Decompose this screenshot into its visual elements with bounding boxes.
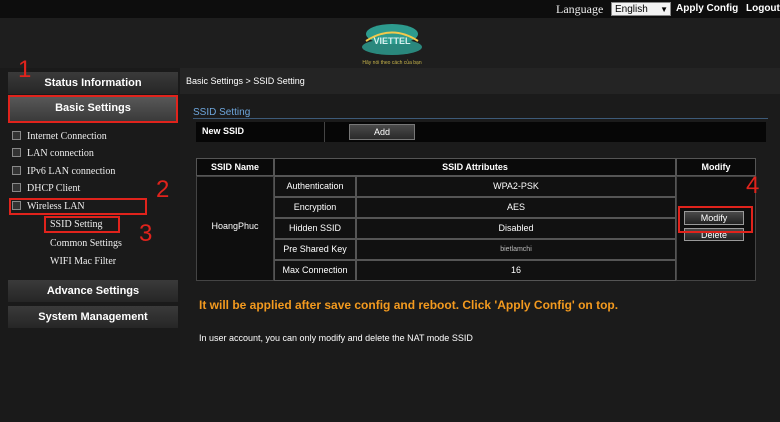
sidebar-system-management[interactable]: System Management [8,306,178,328]
sidebar-item-label: DHCP Client [27,183,81,194]
sidebar-item-label: Internet Connection [27,131,107,142]
annotation-number-3: 3 [139,220,153,247]
annotation-number-4: 4 [746,172,760,199]
section-title: SSID Setting [193,107,251,118]
attr-label-encryption: Encryption [274,197,356,218]
sidebar-item-label: LAN connection [27,148,94,159]
attr-label-hidden-ssid: Hidden SSID [274,218,356,239]
language-label: Language [556,2,604,16]
new-ssid-row: New SSID Add [196,122,766,142]
sidebar-item-lan-connection[interactable]: LAN connection [12,148,94,159]
column-header-ssid-name: SSID Name [196,158,274,176]
sidebar-advance-settings[interactable]: Advance Settings [8,280,178,302]
attr-value-max-connection: 16 [356,260,676,281]
section-divider [193,118,768,119]
sidebar-status-information[interactable]: Status Information [8,72,178,94]
page-icon [12,166,21,175]
ssid-name-cell: HoangPhuc [196,176,274,281]
breadcrumb: Basic Settings > SSID Setting [186,76,305,86]
attr-label-max-connection: Max Connection [274,260,356,281]
user-account-info: In user account, you can only modify and… [199,333,473,343]
attr-value-pre-shared-key: bietlamchi [356,239,676,260]
sidebar-item-label: IPv6 LAN connection [27,166,116,177]
sidebar-item-internet-connection[interactable]: Internet Connection [12,131,107,142]
page-icon [12,131,21,140]
annotation-number-2: 2 [156,176,170,203]
main-content: Basic Settings > SSID Setting SSID Setti… [180,68,780,422]
new-ssid-label: New SSID [202,126,245,136]
breadcrumb-bar: Basic Settings > SSID Setting [180,68,780,94]
attr-label-pre-shared-key: Pre Shared Key [274,239,356,260]
attr-value-hidden-ssid: Disabled [356,218,676,239]
sidebar-item-ipv6-lan-connection[interactable]: IPv6 LAN connection [12,166,115,177]
sidebar-item-dhcp-client[interactable]: DHCP Client [12,183,80,194]
annotation-box-ssid-setting [44,216,120,233]
divider [324,122,325,142]
page-icon [12,148,21,157]
attr-label-authentication: Authentication [274,176,356,197]
logo-text: VIETTEL [373,36,411,46]
sidebar-subitem-wifi-mac-filter[interactable]: WIFI Mac Filter [50,256,116,267]
dropdown-arrow-icon: ▼ [660,5,668,14]
ssid-name-value: HoangPhuc [211,221,259,231]
page-icon [12,183,21,192]
header: VIETTEL Hãy nói theo cách của bạn [0,18,780,70]
column-header-ssid-attributes: SSID Attributes [274,158,676,176]
sidebar-subitem-common-settings[interactable]: Common Settings [50,238,122,249]
language-value: English [615,4,648,15]
column-header-modify: Modify [676,158,756,176]
language-select[interactable]: English ▼ [611,2,671,16]
apply-config-link[interactable]: Apply Config [676,3,738,14]
annotation-box-basic-settings [8,95,178,123]
attr-value-encryption: AES [356,197,676,218]
apply-config-notice: It will be applied after save config and… [199,298,619,312]
add-ssid-button[interactable]: Add [349,124,415,140]
annotation-box-wireless-lan [9,198,147,215]
logo-tagline: Hãy nói theo cách của bạn [362,60,422,66]
attr-value-authentication: WPA2-PSK [356,176,676,197]
annotation-box-modify [678,206,753,233]
annotation-number-1: 1 [18,56,32,83]
logout-link[interactable]: Logout [746,3,780,14]
top-bar: Language English ▼ Apply Config Logout [0,0,780,18]
